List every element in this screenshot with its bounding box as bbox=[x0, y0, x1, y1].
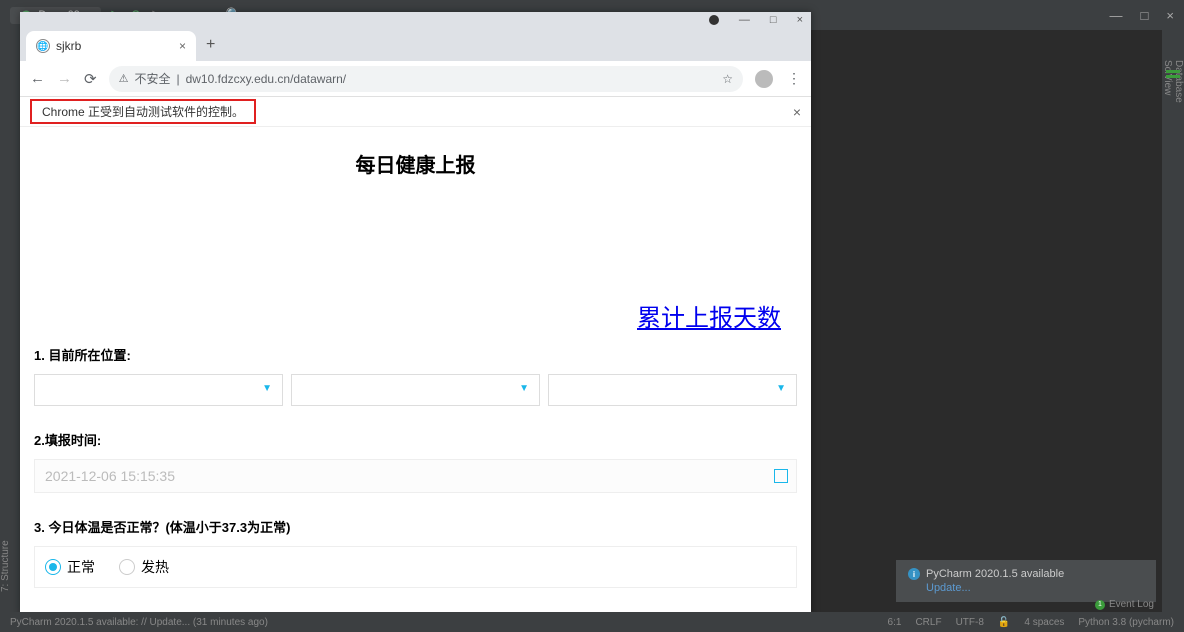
event-log-button[interactable]: 1 Event Log bbox=[1095, 599, 1154, 610]
star-icon[interactable]: ☆ bbox=[722, 72, 733, 86]
indent[interactable]: 4 spaces bbox=[1024, 617, 1064, 628]
record-icon[interactable] bbox=[709, 15, 719, 25]
update-link[interactable]: Update... bbox=[908, 582, 1144, 594]
inspection-marks bbox=[1166, 70, 1180, 78]
stats-link[interactable]: 累计上报天数 bbox=[20, 298, 811, 333]
radio-label: 发热 bbox=[141, 557, 169, 577]
reload-button[interactable]: ⟳ bbox=[84, 70, 97, 88]
chrome-window: — □ × 🌐 sjkrb × + ← → ⟳ ⚠ 不安全 | dw10.fdz… bbox=[20, 12, 811, 616]
page-title: 每日健康上报 bbox=[20, 149, 811, 178]
q2-label: 2.填报时间: bbox=[34, 430, 797, 449]
ide-status-bar: PyCharm 2020.1.5 available: // Update...… bbox=[0, 612, 1184, 632]
automation-infobar: Chrome 正受到自动测试软件的控制。 × bbox=[20, 97, 811, 127]
info-icon: i bbox=[908, 568, 920, 580]
browser-tab[interactable]: 🌐 sjkrb × bbox=[26, 31, 196, 61]
address-bar: ← → ⟳ ⚠ 不安全 | dw10.fdzcxy.edu.cn/datawar… bbox=[20, 61, 811, 97]
close-icon[interactable]: × bbox=[1166, 8, 1174, 23]
forward-button: → bbox=[57, 70, 72, 87]
close-tab-icon[interactable]: × bbox=[179, 39, 186, 53]
ide-left-sidebar[interactable]: 7: Structure bbox=[0, 30, 22, 612]
maximize-icon[interactable]: □ bbox=[770, 14, 777, 26]
new-tab-button[interactable]: + bbox=[196, 36, 225, 54]
browser-titlebar: — □ × bbox=[20, 12, 811, 28]
q1-label: 1. 目前所在位置: bbox=[34, 345, 797, 364]
interpreter[interactable]: Python 3.8 (pycharm) bbox=[1078, 617, 1174, 628]
location-select-2[interactable] bbox=[291, 374, 540, 406]
tab-strip: 🌐 sjkrb × + bbox=[20, 28, 811, 61]
structure-tab[interactable]: 7: Structure bbox=[0, 60, 11, 592]
divider: | bbox=[176, 72, 179, 86]
tab-title: sjkrb bbox=[56, 39, 81, 53]
security-label: 不安全 bbox=[134, 70, 170, 87]
radio-checked-icon bbox=[45, 559, 61, 575]
update-notification[interactable]: i PyCharm 2020.1.5 available Update... bbox=[896, 560, 1156, 602]
calendar-icon[interactable] bbox=[774, 469, 788, 483]
cursor-pos: 6:1 bbox=[888, 617, 902, 628]
datetime-input[interactable]: 2021-12-06 15:15:35 bbox=[34, 459, 797, 493]
maximize-icon[interactable]: □ bbox=[1141, 8, 1149, 23]
lock-icon[interactable]: 🔓 bbox=[998, 617, 1010, 628]
radio-fever[interactable]: 发热 bbox=[119, 557, 169, 577]
ide-window-controls: — □ × bbox=[1110, 8, 1174, 23]
url-input[interactable]: ⚠ 不安全 | dw10.fdzcxy.edu.cn/datawarn/ ☆ bbox=[109, 66, 743, 92]
page-content: 每日健康上报 累计上报天数 1. 目前所在位置: 2.填报时间: 2021-12… bbox=[20, 127, 811, 616]
radio-label: 正常 bbox=[67, 557, 95, 577]
line-sep[interactable]: CRLF bbox=[915, 617, 941, 628]
q3-label: 3. 今日体温是否正常？(体温小于37.3为正常) bbox=[34, 517, 797, 536]
menu-icon[interactable]: ⋮ bbox=[787, 70, 801, 87]
ide-right-sidebar[interactable]: SciView Database bbox=[1162, 30, 1184, 612]
datetime-value: 2021-12-06 15:15:35 bbox=[45, 468, 175, 484]
globe-icon: 🌐 bbox=[36, 39, 50, 53]
sciview-tab[interactable]: SciView bbox=[1162, 60, 1173, 592]
radio-unchecked-icon bbox=[119, 559, 135, 575]
back-button[interactable]: ← bbox=[30, 70, 45, 87]
close-infobar-icon[interactable]: × bbox=[793, 104, 801, 120]
notif-title: PyCharm 2020.1.5 available bbox=[926, 568, 1064, 580]
event-log-label: Event Log bbox=[1109, 599, 1154, 610]
url-text: dw10.fdzcxy.edu.cn/datawarn/ bbox=[186, 72, 347, 86]
profile-icon[interactable] bbox=[755, 70, 773, 88]
infobar-message: Chrome 正受到自动测试软件的控制。 bbox=[30, 99, 256, 124]
location-select-3[interactable] bbox=[548, 374, 797, 406]
warning-icon: ⚠ bbox=[119, 72, 129, 85]
database-tab[interactable]: Database bbox=[1173, 60, 1184, 592]
encoding[interactable]: UTF-8 bbox=[956, 617, 984, 628]
location-select-1[interactable] bbox=[34, 374, 283, 406]
temperature-radio-group: 正常 发热 bbox=[34, 546, 797, 588]
radio-normal[interactable]: 正常 bbox=[45, 557, 95, 577]
notif-count-icon: 1 bbox=[1095, 600, 1105, 610]
status-update-msg[interactable]: PyCharm 2020.1.5 available: // Update...… bbox=[10, 617, 268, 628]
minimize-icon[interactable]: — bbox=[739, 14, 750, 26]
close-icon[interactable]: × bbox=[797, 14, 803, 26]
minimize-icon[interactable]: — bbox=[1110, 8, 1123, 23]
